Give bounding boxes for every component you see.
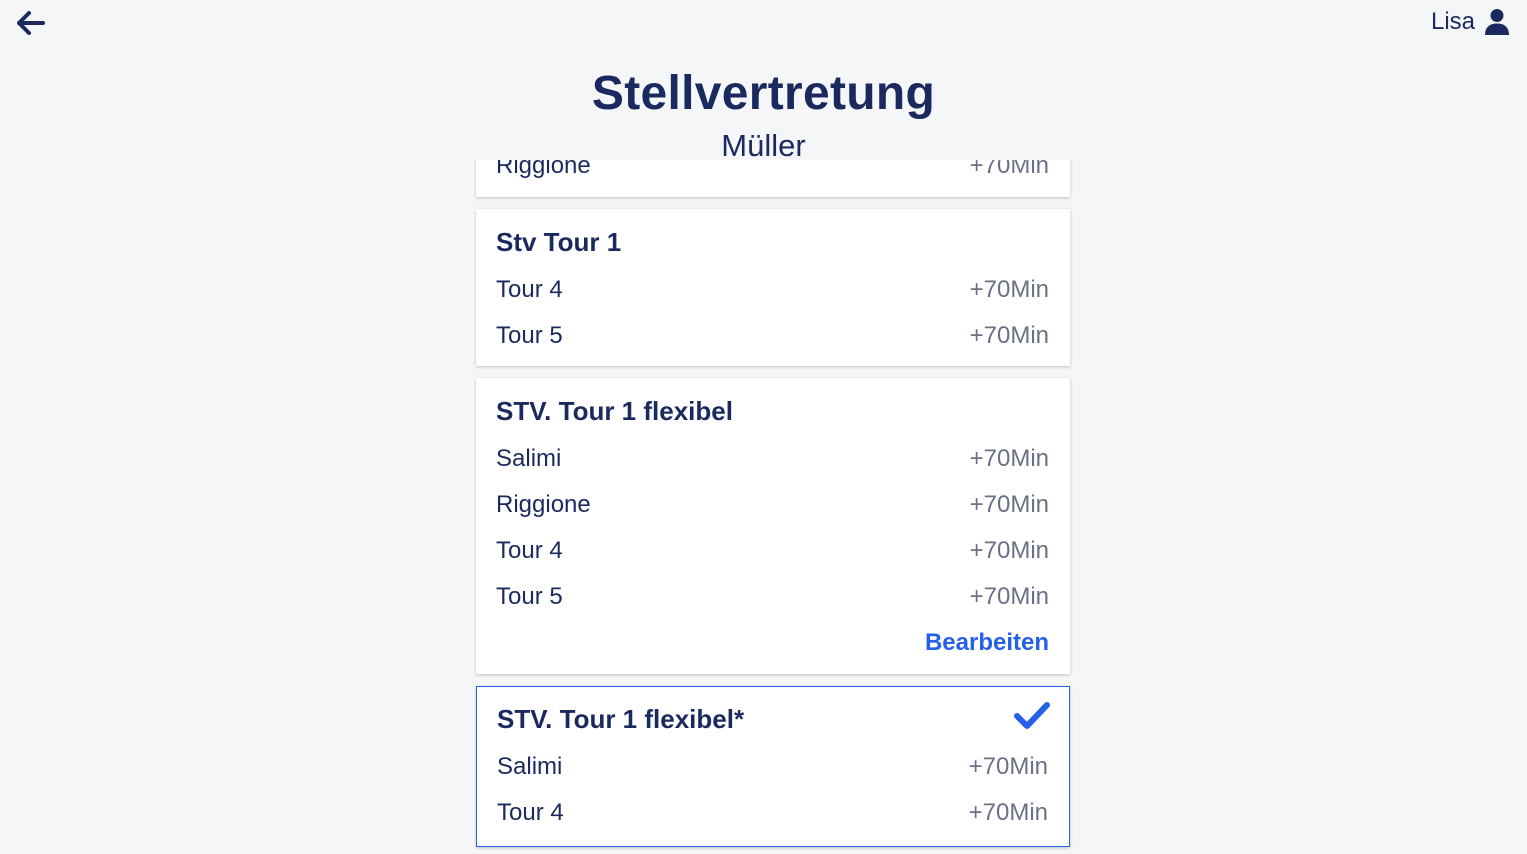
page-title: Stellvertretung (591, 67, 936, 120)
row-label: Tour 4 (496, 276, 563, 303)
user-menu[interactable]: Lisa (1431, 4, 1509, 40)
row-duration: +70Min (969, 276, 1049, 303)
user-name: Lisa (1430, 8, 1475, 35)
card-row: Salimi +70Min (497, 753, 1048, 781)
substitution-card[interactable]: STV. Tour 1 flexibel Salimi +70Min Riggi… (476, 378, 1070, 674)
row-duration: +70Min (969, 445, 1049, 472)
card-row: Tour 4 +70Min (496, 537, 1049, 565)
row-label: Tour 5 (496, 583, 563, 610)
card-row: Tour 4 +70Min (497, 799, 1048, 827)
row-label: Tour 4 (496, 537, 563, 564)
card-row: Tour 5 +70Min (496, 322, 1049, 350)
card-row: Tour 4 +70Min (496, 276, 1049, 304)
card-row: Tour 5 +70Min (496, 583, 1049, 611)
checkmark-icon (1014, 702, 1050, 729)
row-label: Salimi (496, 445, 562, 472)
row-label: Salimi (497, 753, 563, 780)
card-row: Riggione +70Min (496, 491, 1049, 519)
card-title: Stv Tour 1 (496, 227, 622, 257)
row-duration: +70Min (969, 537, 1049, 564)
back-button[interactable] (14, 6, 48, 40)
substitution-card-selected[interactable]: STV. Tour 1 flexibel* Salimi +70Min Tour… (476, 686, 1070, 847)
row-duration: +70Min (968, 753, 1048, 780)
row-duration: +70Min (969, 322, 1049, 349)
arrow-left-icon (17, 11, 45, 35)
row-duration: +70Min (969, 160, 1049, 179)
row-label: Tour 5 (496, 322, 563, 349)
row-duration: +70Min (969, 583, 1049, 610)
substitution-list[interactable]: Riggione +70Min Stv Tour 1 Tour 4 +70Min… (474, 160, 1074, 854)
row-label: Tour 4 (497, 799, 564, 826)
substitution-card[interactable]: Stv Tour 1 Tour 4 +70Min Tour 5 +70Min (476, 209, 1070, 366)
card-row: Riggione +70Min (496, 160, 1049, 180)
card-title: STV. Tour 1 flexibel (496, 396, 733, 426)
card-row: Salimi +70Min (496, 445, 1049, 473)
user-icon (1485, 9, 1509, 35)
row-label: Riggione (496, 491, 591, 518)
row-label: Riggione (496, 160, 591, 179)
row-duration: +70Min (969, 491, 1049, 518)
card-title: STV. Tour 1 flexibel* (497, 704, 745, 734)
page-subtitle: Müller (721, 128, 806, 163)
edit-button[interactable]: Bearbeiten (925, 629, 1049, 657)
substitution-card[interactable]: Riggione +70Min (476, 160, 1070, 197)
row-duration: +70Min (968, 799, 1048, 826)
